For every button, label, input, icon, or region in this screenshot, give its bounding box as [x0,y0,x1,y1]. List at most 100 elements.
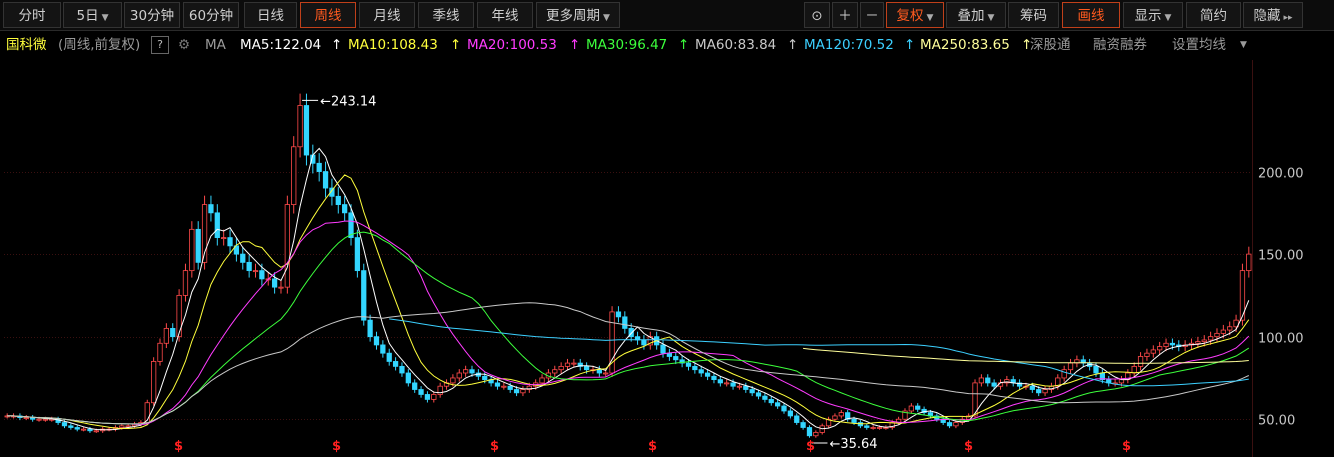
toolbar-button-label: 显示 [1134,8,1162,24]
toolbar-button-1[interactable]: 叠加 ▼ [946,2,1006,28]
candle-body [221,237,227,240]
candle-body [876,427,883,429]
candle-body [208,204,214,214]
candle-body [704,372,711,377]
unlock-icon[interactable]: ⊙ [804,2,830,28]
candle-body [367,319,373,338]
ma10-arrow: ↑ [450,37,462,53]
toolbar-button-label: 简约 [1200,8,1227,24]
ma250-value: MA250:83.65 [920,37,1010,53]
zoom-out-icon[interactable]: － [860,2,884,28]
period-tab-2[interactable]: 30分钟 [124,2,180,28]
period-tab-4[interactable]: 日线 [244,2,297,28]
y-tick-label: 50.00 [1258,414,1295,429]
candle-body [361,270,367,321]
candle-body [711,375,717,381]
candle-body [380,344,386,354]
candle-body [717,379,723,384]
expand-right-icon: ▸▸ [1283,13,1293,23]
candle-body [596,369,602,374]
candle-body [42,418,49,421]
candle-body [1227,326,1233,331]
toolbar-button-0[interactable]: 复权 ▼ [886,2,944,28]
high-annotation-label: ←243.14 [320,94,376,109]
candle-body [1207,336,1214,341]
toolbar-button-label: 画线 [1077,8,1105,24]
period-tab-label: 30分钟 [129,8,175,24]
candle-body [252,270,259,273]
candle-body [603,372,609,375]
candle-body [1067,362,1074,371]
ma5-line [7,147,1250,431]
ma-settings-link[interactable]: 设置均线 [1172,31,1226,59]
period-tab-0[interactable]: 分时 [3,2,61,28]
candle-body [412,382,418,390]
candle-body [450,377,456,384]
candle-body [1195,341,1201,344]
candle-body [787,410,793,417]
low-annotation-label: ←35.64 [829,437,877,452]
period-tab-6[interactable]: 月线 [359,2,415,28]
candle-body [583,365,590,371]
period-tab-3[interactable]: 60分钟 [183,2,239,28]
ma30-arrow: ↑ [678,37,690,53]
toolbar-button-4[interactable]: 显示 ▼ [1123,2,1183,28]
candle-body [730,382,736,387]
candlestick-chart: 50.00 100.00 150.00 200.00 ←243.14 ←35.64 $ $ $ $… [4,60,1304,457]
candle-body [781,405,787,412]
toolbar-button-5[interactable]: 简约 [1186,2,1241,28]
chevron-down-icon: ▼ [1164,13,1172,23]
candle-body [246,261,252,272]
candle-body [36,418,42,421]
candle-body [74,427,80,430]
dividend-marker: $ [174,439,183,454]
shenzhen-connect-link[interactable]: 深股通 [1030,31,1071,59]
candle-body [660,344,666,354]
period-tab-label: 年线 [491,8,519,24]
period-tab-label: 5日 [76,8,99,24]
period-tab-label: 日线 [257,8,284,24]
period-tab-8[interactable]: 年线 [477,2,533,28]
candle-body [87,428,93,432]
candle-body [1144,352,1150,357]
candle-body [61,422,68,427]
chevron-down-icon[interactable]: ▼ [1240,31,1247,59]
period-tab-label: 月线 [373,8,401,24]
period-tab-9[interactable]: 更多周期 ▼ [536,2,620,28]
candle-body [870,427,876,429]
candle-body [494,382,501,387]
toolbar-button-3[interactable]: 画线 [1062,2,1120,28]
candle-body [864,425,870,428]
help-icon[interactable]: ? [151,36,169,54]
y-tick-label: 150.00 [1258,249,1304,264]
period-tab-7[interactable]: 季线 [418,2,474,28]
candle-body [564,362,571,367]
candle-body [755,392,762,397]
period-tab-5[interactable]: 周线 [300,2,356,28]
zoom-in-icon[interactable]: ＋ [832,2,858,28]
toolbar-button-6[interactable]: 隐藏 ▸▸ [1243,2,1303,28]
ma5-value: MA5:122.04 [240,37,322,53]
candle-body [838,412,844,417]
period-subtitle: (周线,前复权) [58,37,141,53]
candle-body [501,385,507,388]
stock-name: 国科微 [6,37,47,53]
candle-body [182,270,189,296]
toolbar-button-2[interactable]: 筹码 [1008,2,1059,28]
candle-body [743,385,749,390]
candle-body [615,311,622,318]
candle-body [520,389,526,394]
candle-body [68,425,74,428]
candle-body [1169,342,1176,346]
candle-body [1036,389,1042,394]
candle-body [1214,332,1220,338]
candle-body [558,365,564,371]
candle-body [513,389,520,394]
settings-gear-icon[interactable]: ⚙ [178,31,190,59]
candle-body [278,286,284,289]
period-tab-1[interactable]: 5日 ▼ [63,2,122,28]
candle-body [1131,365,1137,374]
margin-trading-link[interactable]: 融资融券 [1093,31,1147,59]
candle-body [125,425,131,428]
candle-body [386,352,392,362]
